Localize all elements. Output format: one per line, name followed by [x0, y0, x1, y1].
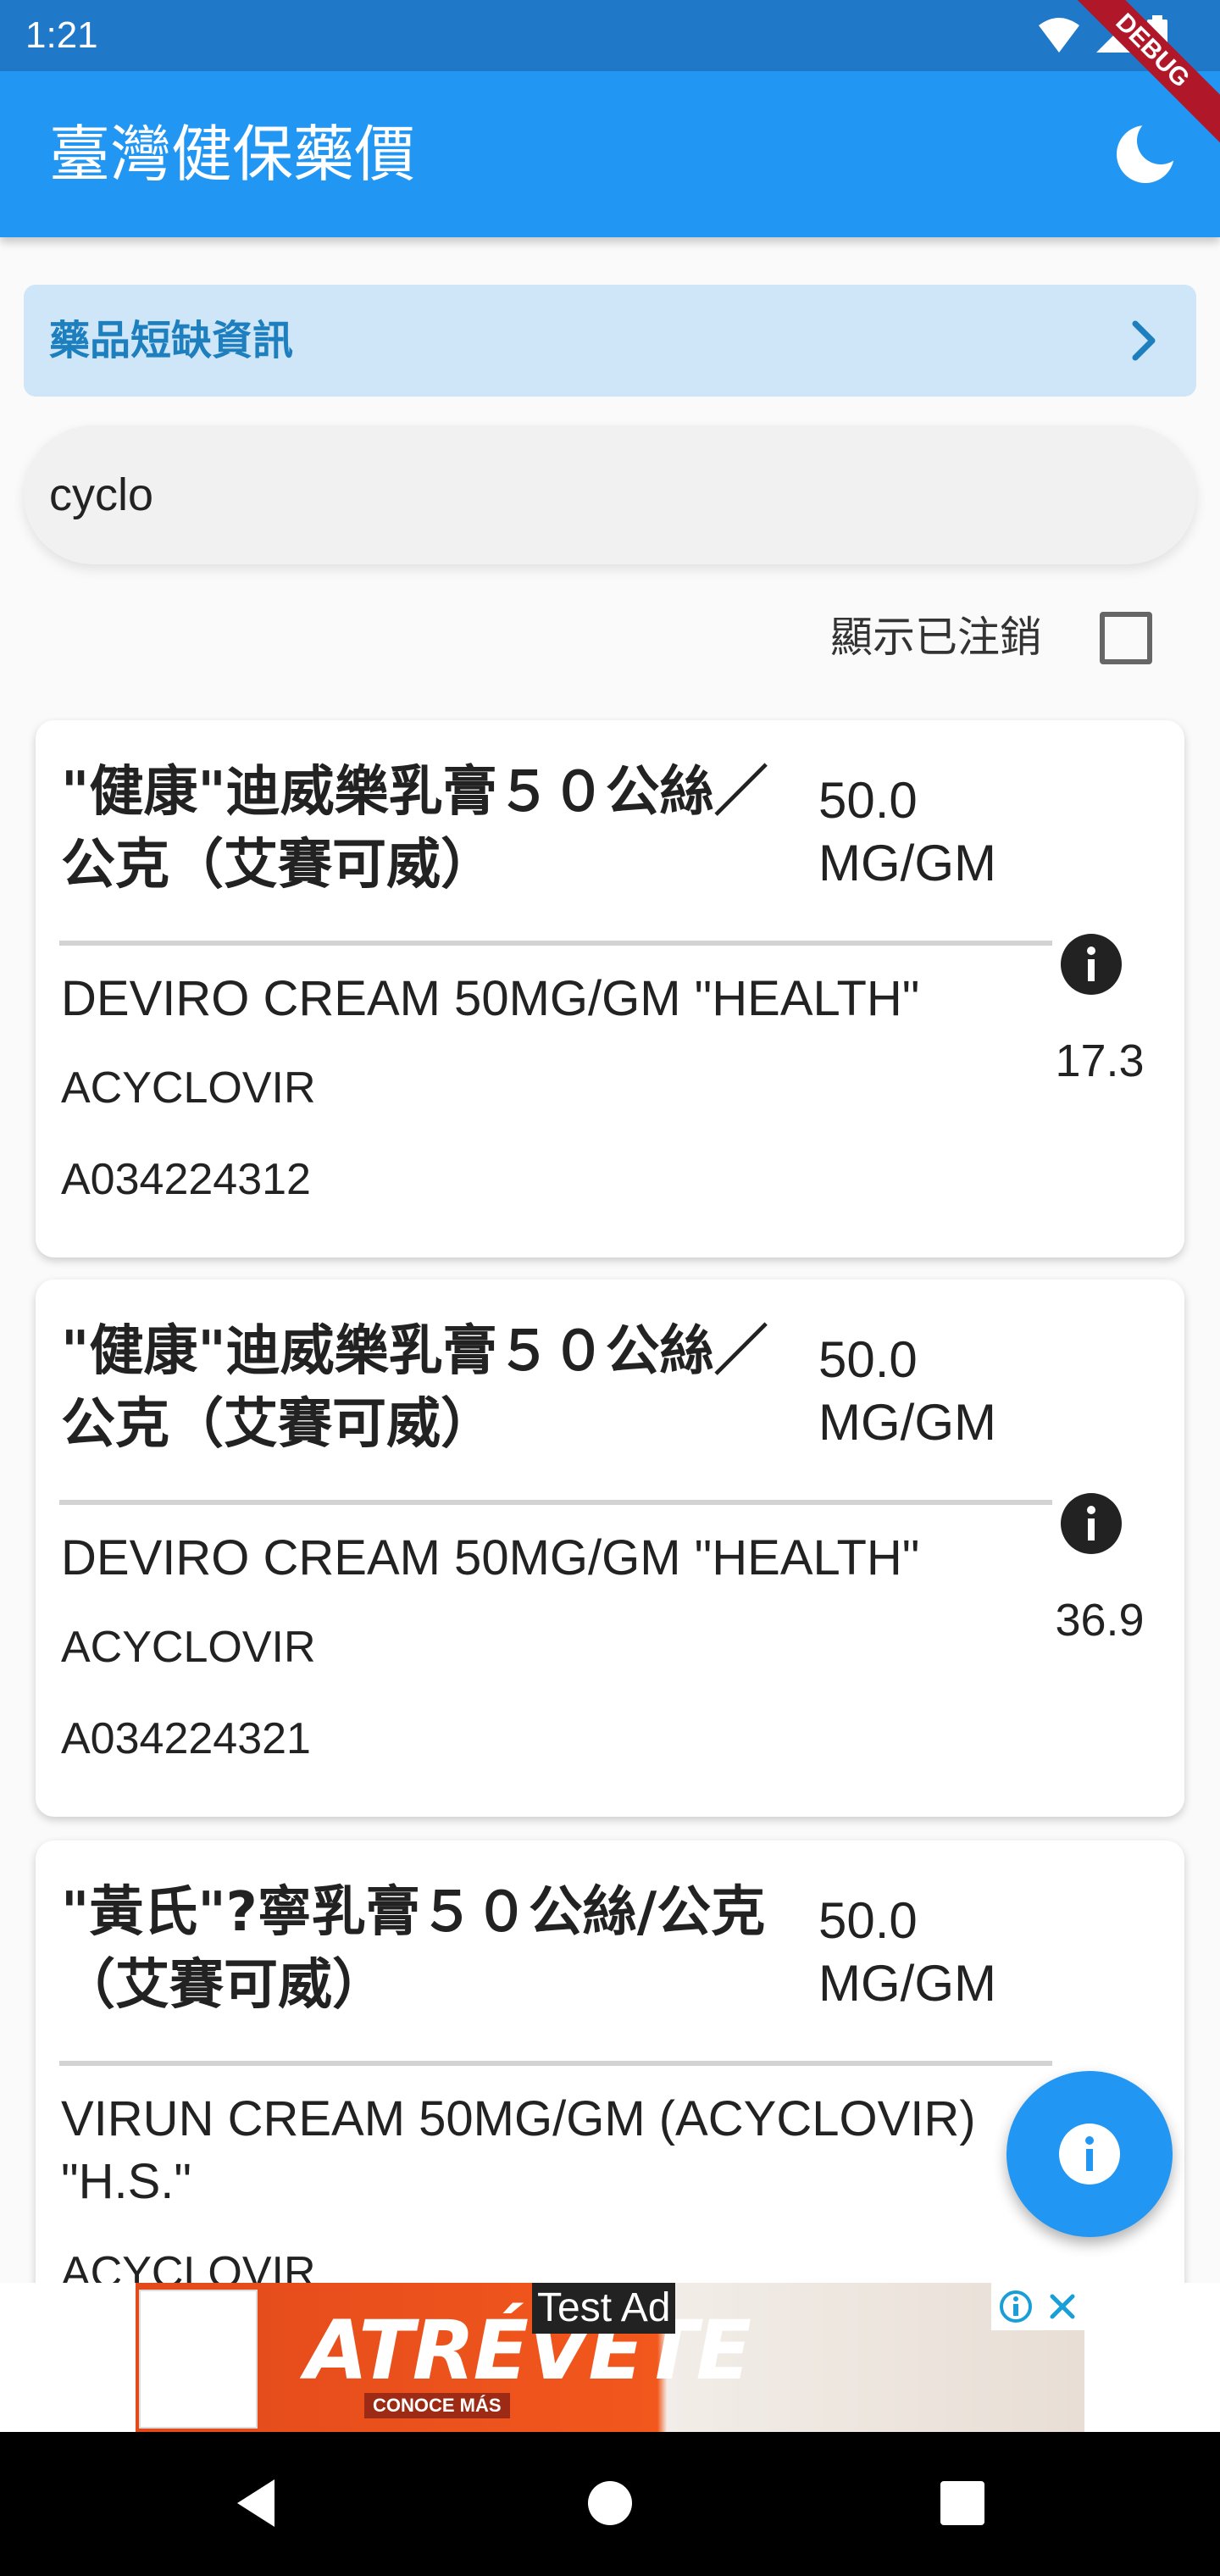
app-bar: 臺灣健保藥價 — [0, 71, 1220, 237]
drug-ingredient: ACYCLOVIR — [61, 1623, 316, 1672]
drug-name: "健康"迪威樂乳膏５０公絲／公克（艾賽可威） — [61, 1320, 768, 1456]
drug-english-name: DEVIRO CREAM 50MG/GM "HEALTH" — [61, 1530, 920, 1585]
ad-sub-text: CONOCE MÁS — [364, 2393, 510, 2418]
status-bar: 1:21 — [0, 0, 1220, 71]
status-time: 1:21 — [25, 14, 98, 56]
drug-card[interactable]: "健康"迪威樂乳膏５０公絲／公克（艾賽可威） 50.0 MG/GM DEVIRO… — [36, 1280, 1184, 1817]
drug-dose: 50.0 MG/GM — [818, 1892, 996, 2012]
info-fab-button[interactable] — [1006, 2071, 1173, 2237]
drug-english-name: DEVIRO CREAM 50MG/GM "HEALTH" — [61, 971, 920, 1026]
drug-dose: 50.0 MG/GM — [818, 772, 996, 891]
drug-price: 36.9 — [1055, 1595, 1145, 1646]
app-title: 臺灣健保藥價 — [49, 119, 416, 190]
show-cancelled-checkbox[interactable] — [1100, 612, 1152, 664]
info-icon — [1059, 2124, 1120, 2185]
card-divider — [59, 1500, 1052, 1505]
drug-english-name: VIRUN CREAM 50MG/GM (ACYCLOVIR) "H.S." — [61, 2091, 976, 2209]
drug-card[interactable]: "健康"迪威樂乳膏５０公絲／公克（艾賽可威） 50.0 MG/GM DEVIRO… — [36, 720, 1184, 1257]
test-ad-label: Test Ad — [532, 2283, 676, 2334]
system-nav-bar — [0, 2432, 1220, 2576]
theme-toggle-button[interactable] — [1105, 114, 1186, 195]
drug-name: "黃氏"?寧乳膏５０公絲/公克（艾賽可威） — [61, 1881, 766, 2017]
ad-image[interactable]: ATRÉVETE CONOCE MÁS Test Ad — [136, 2283, 1084, 2432]
info-icon[interactable] — [1059, 1491, 1123, 1556]
ad-product-image — [139, 2290, 258, 2429]
home-icon[interactable] — [580, 2473, 640, 2534]
results-list[interactable]: "健康"迪威樂乳膏５０公絲／公克（艾賽可威） 50.0 MG/GM DEVIRO… — [0, 717, 1220, 2283]
shortage-info-label: 藥品短缺資訊 — [49, 317, 294, 364]
adchoices-info-icon[interactable] — [999, 2290, 1033, 2323]
drug-ingredient: ACYCLOVIR — [61, 1063, 316, 1113]
recents-icon[interactable] — [932, 2473, 993, 2534]
search-input[interactable] — [24, 425, 1196, 564]
ad-banner[interactable]: ATRÉVETE CONOCE MÁS Test Ad — [0, 2283, 1220, 2432]
show-cancelled-label: 顯示已注銷 — [830, 613, 1042, 662]
drug-code: A034224312 — [61, 1155, 311, 1204]
back-icon[interactable] — [227, 2473, 288, 2534]
drug-code: A034224321 — [61, 1714, 311, 1763]
ad-brand-text: ATRÉVETE — [305, 2303, 751, 2398]
drug-dose: 50.0 MG/GM — [818, 1331, 996, 1451]
chevron-right-icon — [1132, 320, 1156, 361]
card-divider — [59, 2061, 1052, 2066]
ad-close-icon[interactable] — [1047, 2291, 1078, 2322]
wifi-icon — [1039, 18, 1079, 53]
ad-choices[interactable] — [991, 2283, 1084, 2330]
drug-price: 17.3 — [1055, 1035, 1145, 1086]
drug-name: "健康"迪威樂乳膏５０公絲／公克（艾賽可威） — [61, 761, 768, 897]
moon-icon — [1117, 117, 1184, 183]
drug-ingredient: ACYCLOVIR — [61, 2248, 316, 2283]
shortage-info-banner[interactable]: 藥品短缺資訊 — [24, 285, 1196, 397]
drug-card[interactable]: "黃氏"?寧乳膏５０公絲/公克（艾賽可威） 50.0 MG/GM VIRUN C… — [36, 1840, 1184, 2283]
card-divider — [59, 941, 1052, 946]
info-icon[interactable] — [1059, 932, 1123, 997]
